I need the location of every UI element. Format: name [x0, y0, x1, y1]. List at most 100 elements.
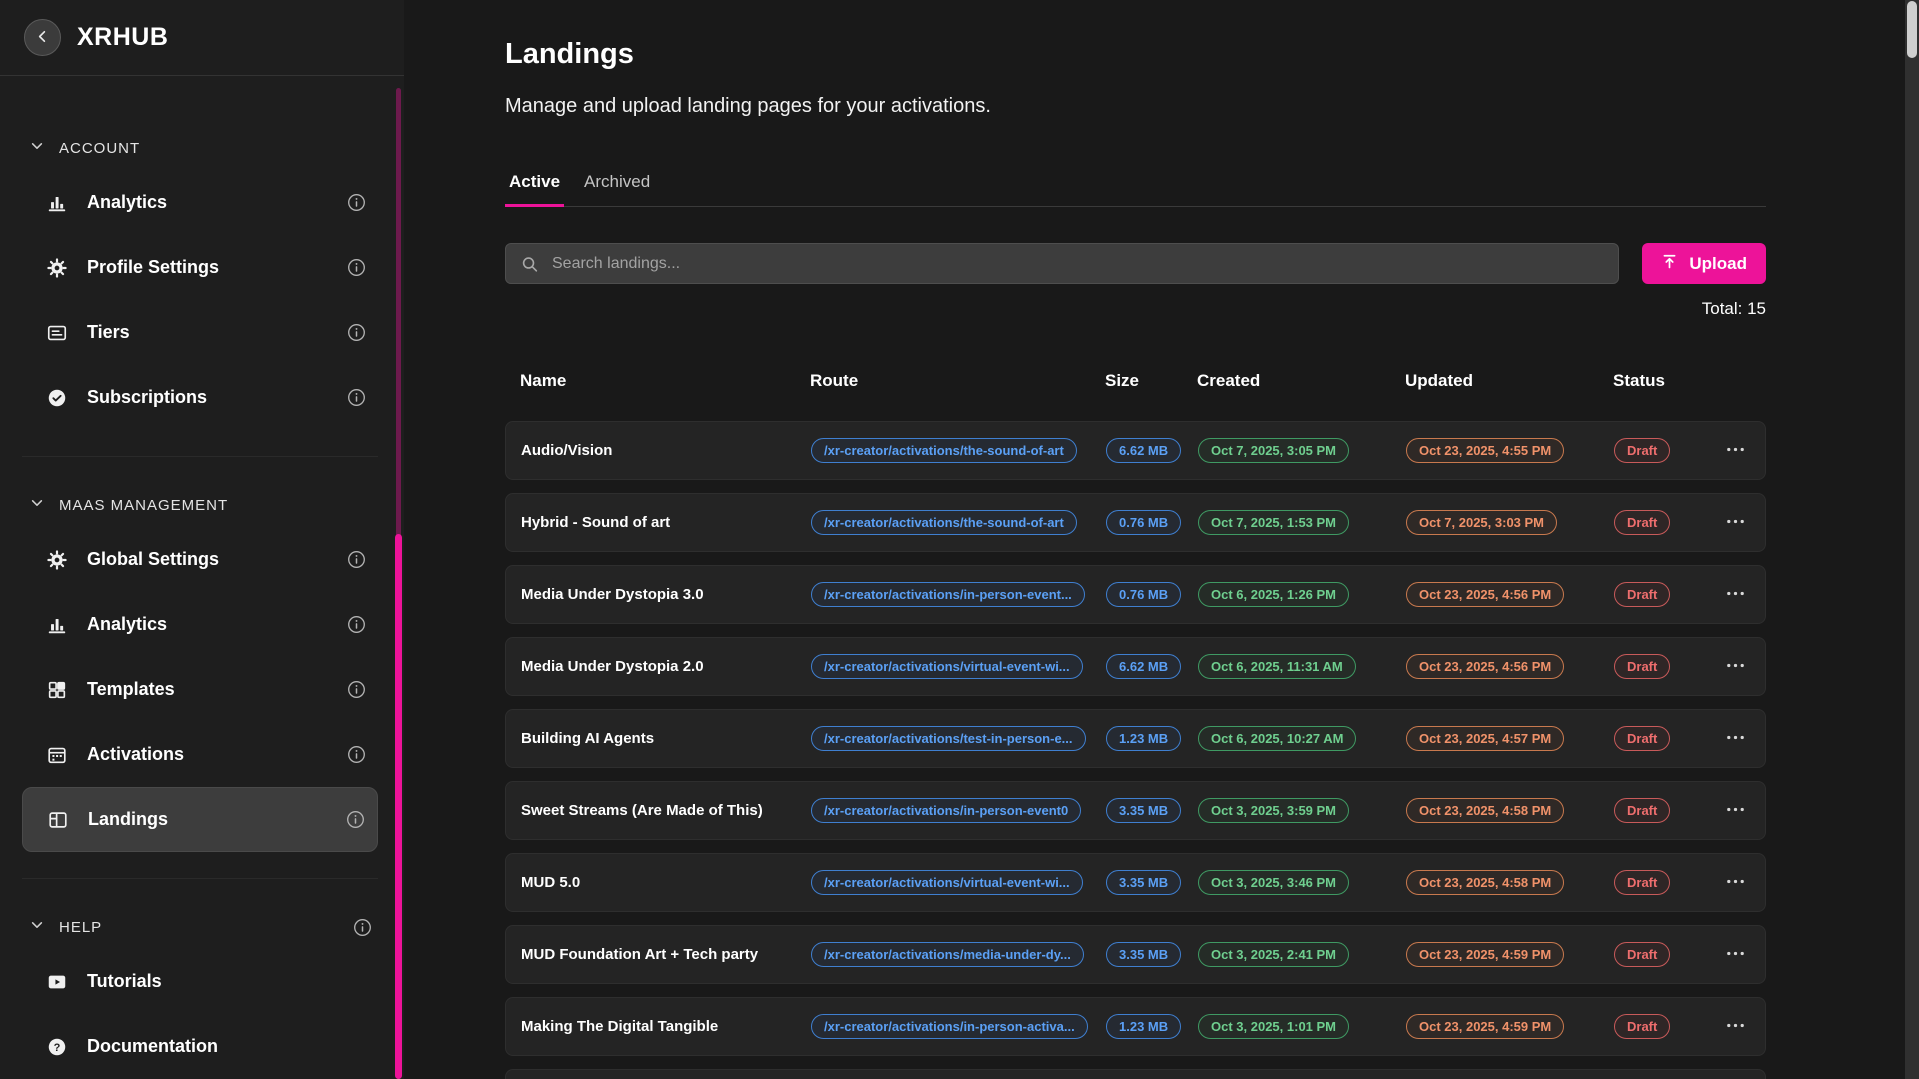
route-badge[interactable]: /xr-creator/activations/media-under-dy..…: [811, 942, 1084, 967]
info-icon[interactable]: [347, 193, 366, 212]
sidebar-scrollbar[interactable]: [396, 88, 401, 1079]
column-header-name: Name: [520, 371, 810, 391]
ellipsis-icon: [1724, 726, 1747, 752]
sidebar-item-landings[interactable]: Landings: [22, 787, 378, 852]
column-header-status: Status: [1613, 371, 1715, 391]
sidebar-section-header-maas-management[interactable]: MAAS MANAGEMENT: [22, 483, 378, 527]
info-icon[interactable]: [346, 810, 365, 829]
sidebar-item-analytics[interactable]: Analytics: [22, 170, 378, 235]
sidebar-item-tiers[interactable]: Tiers: [22, 300, 378, 365]
row-menu-button[interactable]: [1720, 506, 1751, 540]
ellipsis-icon: [1724, 582, 1747, 608]
updated-badge: Oct 23, 2025, 4:58 PM: [1406, 870, 1564, 895]
info-icon[interactable]: [353, 918, 372, 937]
ellipsis-icon: [1724, 510, 1747, 536]
ellipsis-icon: [1724, 654, 1747, 680]
row-menu-button[interactable]: [1720, 650, 1751, 684]
page-scrollbar-thumb[interactable]: [1907, 1, 1917, 58]
updated-badge: Oct 23, 2025, 4:59 PM: [1406, 1014, 1564, 1039]
chevron-down-icon: [30, 918, 44, 936]
toolbar: Upload: [505, 243, 1766, 284]
sidebar-scrollbar-thumb[interactable]: [395, 534, 402, 1079]
sidebar: XRHUB ACCOUNTAnalyticsProfile SettingsTi…: [0, 0, 404, 1079]
page-subtitle: Manage and upload landing pages for your…: [505, 95, 1766, 118]
sidebar-section-header-help[interactable]: HELP: [22, 905, 378, 949]
route-badge[interactable]: /xr-creator/activations/in-person-activa…: [811, 1014, 1088, 1039]
row-menu-button[interactable]: [1720, 1010, 1751, 1044]
page-scrollbar[interactable]: [1905, 0, 1919, 1079]
status-badge: Draft: [1614, 870, 1670, 895]
row-name: Hybrid - Sound of art: [521, 514, 811, 531]
ellipsis-icon: [1724, 438, 1747, 464]
created-badge: Oct 6, 2025, 10:27 AM: [1198, 726, 1356, 751]
size-badge: 0.76 MB: [1106, 582, 1181, 607]
route-badge[interactable]: /xr-creator/activations/virtual-event-wi…: [811, 654, 1083, 679]
route-badge[interactable]: /xr-creator/activations/virtual-event-wi…: [811, 870, 1083, 895]
info-icon[interactable]: [347, 615, 366, 634]
sidebar-item-analytics[interactable]: Analytics: [22, 592, 378, 657]
size-badge: 1.23 MB: [1106, 726, 1181, 751]
gear-icon: [44, 257, 70, 279]
templates-icon: [44, 679, 70, 701]
tiers-icon: [44, 322, 70, 344]
upload-button[interactable]: Upload: [1642, 243, 1766, 284]
sidebar-item-documentation[interactable]: ?Documentation: [22, 1014, 378, 1079]
sidebar-item-label: Landings: [88, 809, 329, 830]
landings-icon: [45, 809, 71, 831]
route-badge[interactable]: /xr-creator/activations/in-person-event.…: [811, 582, 1085, 607]
sidebar-item-subscriptions[interactable]: Subscriptions: [22, 365, 378, 430]
info-icon[interactable]: [347, 258, 366, 277]
section-label: HELP: [59, 919, 338, 936]
table-row: Audio/Vision/xr-creator/activations/the-…: [505, 421, 1766, 480]
route-badge[interactable]: /xr-creator/activations/test-in-person-e…: [811, 726, 1086, 751]
table-header: NameRouteSizeCreatedUpdatedStatus: [505, 371, 1766, 391]
sidebar-item-tutorials[interactable]: Tutorials: [22, 949, 378, 1014]
row-name: Sweet Streams (Are Made of This): [521, 802, 811, 819]
created-badge: Oct 7, 2025, 3:05 PM: [1198, 438, 1349, 463]
status-badge: Draft: [1614, 942, 1670, 967]
table-row: MUD Foundation Art + Tech party/xr-creat…: [505, 925, 1766, 984]
row-menu-button[interactable]: [1720, 578, 1751, 612]
info-icon[interactable]: [347, 680, 366, 699]
chevron-down-icon: [30, 139, 44, 157]
analytics-icon: [44, 614, 70, 636]
row-menu-button[interactable]: [1720, 794, 1751, 828]
tab-active[interactable]: Active: [505, 172, 564, 207]
sidebar-section-maas-management: MAAS MANAGEMENT Global SettingsAnalyticsT…: [22, 456, 378, 852]
row-menu-button[interactable]: [1720, 866, 1751, 900]
route-badge[interactable]: /xr-creator/activations/in-person-event0: [811, 798, 1081, 823]
sidebar-item-label: Subscriptions: [87, 387, 330, 408]
size-badge: 3.35 MB: [1106, 942, 1181, 967]
sidebar-section-header-account[interactable]: ACCOUNT: [22, 126, 378, 170]
section-label: MAAS MANAGEMENT: [59, 497, 372, 514]
info-icon[interactable]: [347, 745, 366, 764]
row-name: Audio/Vision: [521, 442, 811, 459]
created-badge: Oct 3, 2025, 1:01 PM: [1198, 1014, 1349, 1039]
back-button[interactable]: [24, 19, 61, 56]
sidebar-section-account: ACCOUNTAnalytics Profile Settings Tiers Sub…: [22, 126, 378, 430]
table-rows: Audio/Vision/xr-creator/activations/the-…: [505, 421, 1766, 1056]
route-badge[interactable]: /xr-creator/activations/the-sound-of-art: [811, 438, 1077, 463]
sidebar-item-templates[interactable]: Templates: [22, 657, 378, 722]
search-input[interactable]: [505, 243, 1619, 284]
updated-badge: Oct 23, 2025, 4:58 PM: [1406, 798, 1564, 823]
route-badge[interactable]: /xr-creator/activations/the-sound-of-art: [811, 510, 1077, 535]
sidebar-item-label: Tiers: [87, 322, 330, 343]
info-icon[interactable]: [347, 388, 366, 407]
info-icon[interactable]: [347, 550, 366, 569]
size-badge: 6.62 MB: [1106, 438, 1181, 463]
svg-text:?: ?: [54, 1041, 61, 1053]
table-row: Building AI Agents/xr-creator/activation…: [505, 709, 1766, 768]
tab-archived[interactable]: Archived: [580, 172, 654, 207]
sidebar-item-global-settings[interactable]: Global Settings: [22, 527, 378, 592]
sidebar-item-label: Profile Settings: [87, 257, 330, 278]
sidebar-item-activations[interactable]: Activations: [22, 722, 378, 787]
row-menu-button[interactable]: [1720, 434, 1751, 468]
row-menu-button[interactable]: [1720, 722, 1751, 756]
updated-badge: Oct 23, 2025, 4:55 PM: [1406, 438, 1564, 463]
sidebar-item-profile-settings[interactable]: Profile Settings: [22, 235, 378, 300]
ellipsis-icon: [1724, 870, 1747, 896]
info-icon[interactable]: [347, 323, 366, 342]
row-menu-button[interactable]: [1720, 938, 1751, 972]
ellipsis-icon: [1724, 942, 1747, 968]
